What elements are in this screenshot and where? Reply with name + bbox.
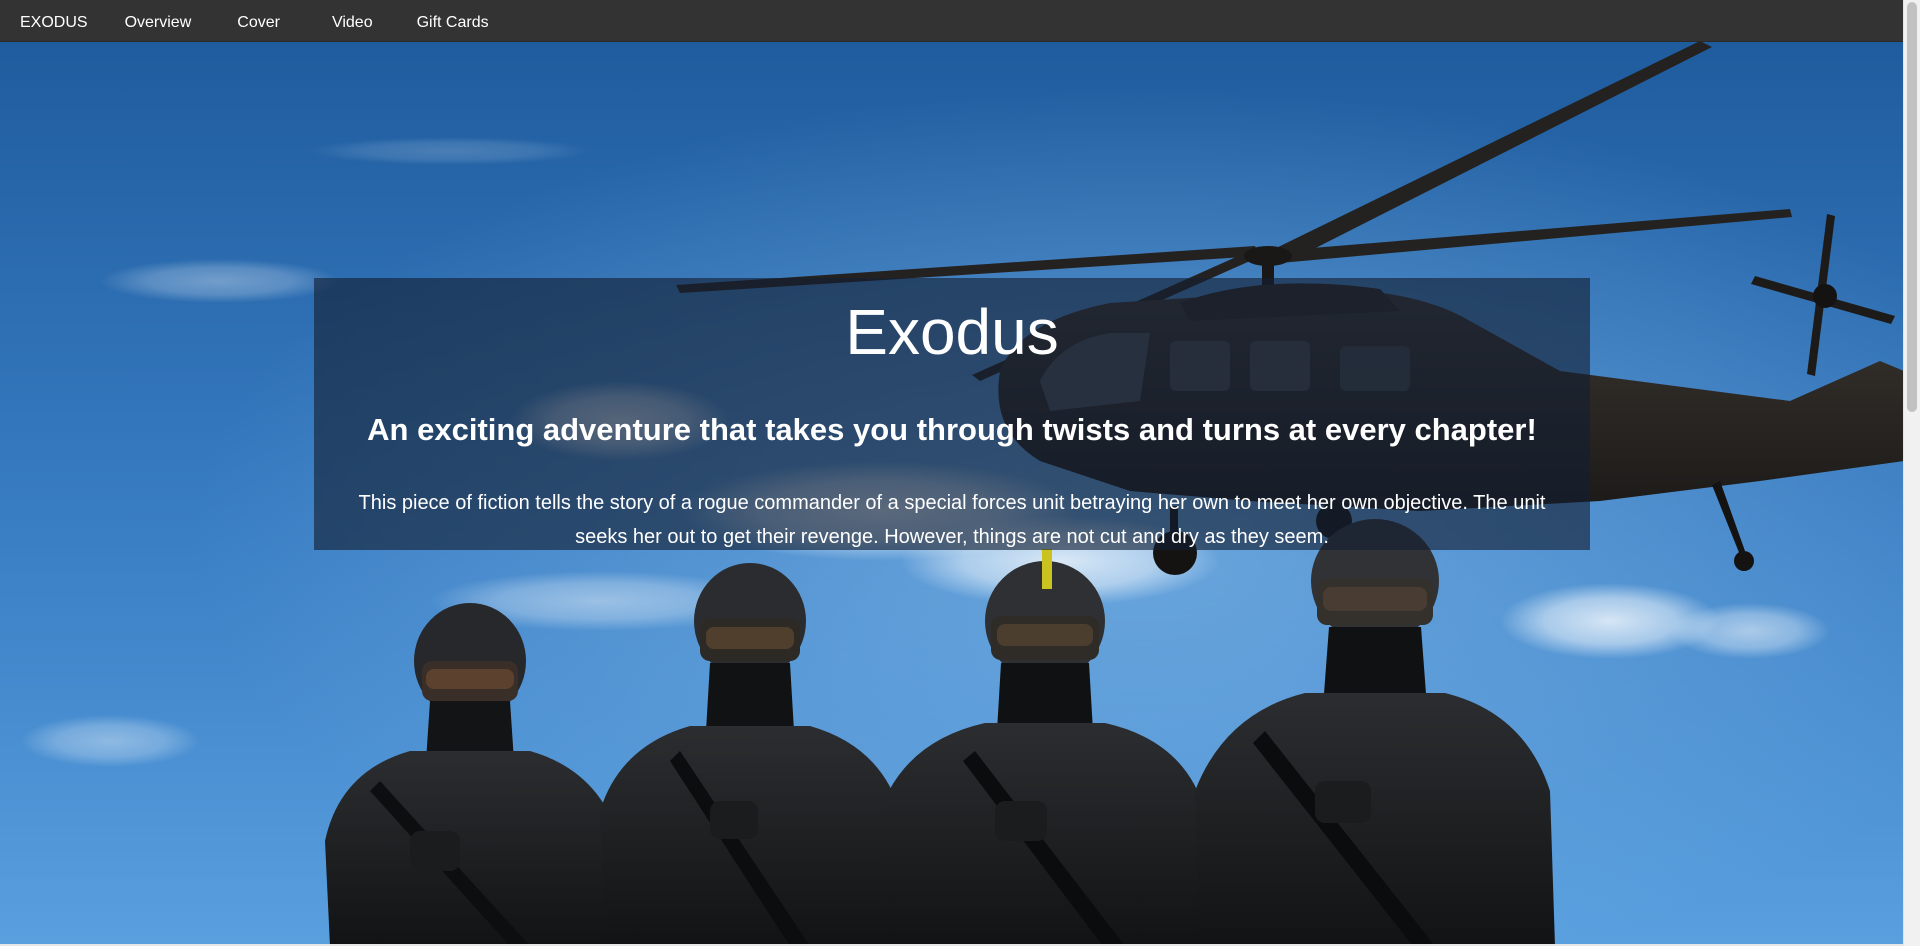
top-navbar: EXODUS Overview Cover Video Gift Cards — [0, 0, 1904, 42]
hero-tagline: An exciting adventure that takes you thr… — [367, 412, 1537, 447]
hero-text-panel: Exodus An exciting adventure that takes … — [314, 278, 1590, 550]
page-scrollbar[interactable] — [1903, 0, 1920, 946]
nav-overview-link[interactable]: Overview — [108, 0, 219, 41]
hero-description: This piece of fiction tells the story of… — [358, 492, 1546, 548]
page: EXODUS Overview Cover Video Gift Cards E… — [0, 0, 1920, 946]
nav-video-link[interactable]: Video — [326, 0, 407, 41]
scrollbar-thumb[interactable] — [1907, 2, 1917, 412]
hero-section: Exodus An exciting adventure that takes … — [0, 41, 1904, 946]
nav-gift-cards-link[interactable]: Gift Cards — [407, 0, 509, 41]
nav-cover-link[interactable]: Cover — [218, 0, 326, 41]
hero-title: Exodus — [845, 296, 1059, 368]
nav-brand-link[interactable]: EXODUS — [0, 0, 108, 41]
